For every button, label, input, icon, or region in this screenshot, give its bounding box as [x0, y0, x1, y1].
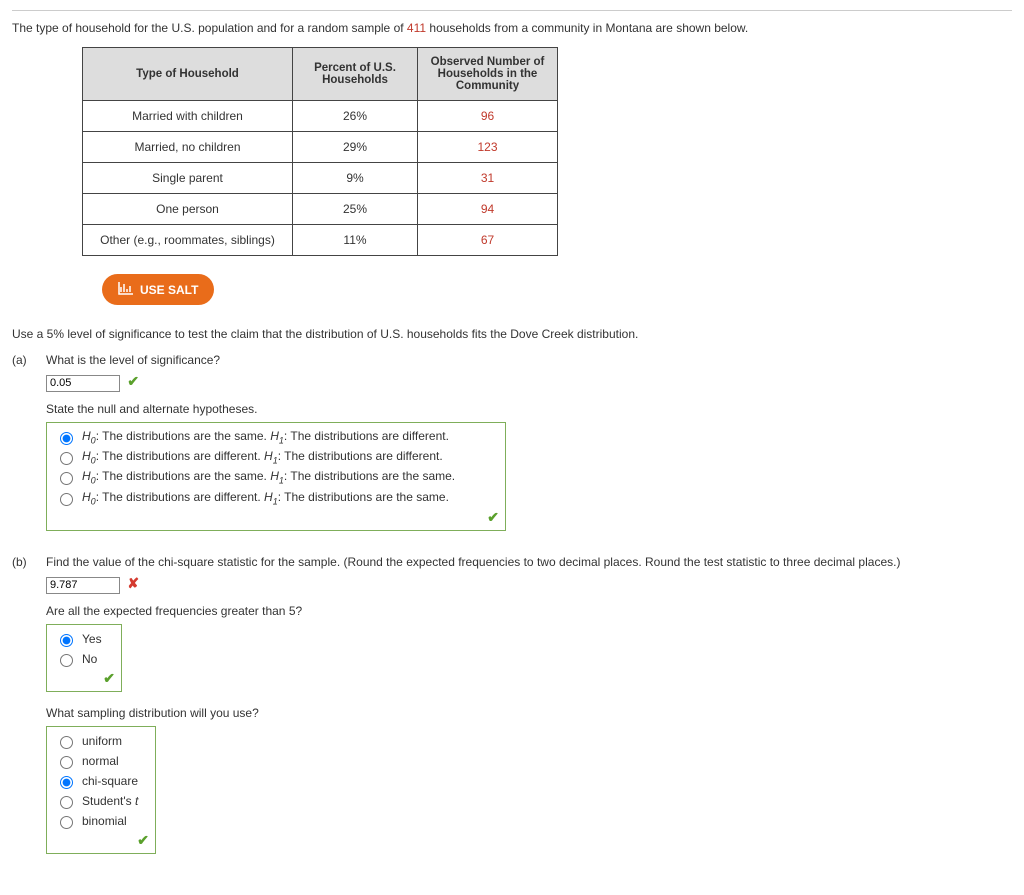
part-b-q2: Are all the expected frequencies greater…: [46, 604, 1012, 618]
significance-input[interactable]: [46, 375, 120, 392]
yesno-options: Yes No ✔: [46, 624, 122, 692]
instruction-text: Use a 5% level of significance to test t…: [12, 327, 1012, 341]
check-icon: ✔: [137, 832, 149, 849]
yes-option[interactable]: [60, 634, 73, 647]
dist-normal[interactable]: [60, 756, 73, 769]
intro-text: The type of household for the U.S. popul…: [12, 21, 1012, 35]
part-a-q2: State the null and alternate hypotheses.: [46, 402, 1012, 416]
dist-chisquare[interactable]: [60, 776, 73, 789]
part-b-label: (b): [12, 555, 36, 569]
table-row: Married with children26%96: [83, 101, 558, 132]
hyp-option-4[interactable]: [60, 493, 73, 506]
table-header-percent: Percent of U.S. Households: [293, 48, 418, 101]
sample-size: 411: [407, 21, 426, 35]
part-a-q1: What is the level of significance?: [46, 353, 220, 367]
chart-icon: [118, 281, 134, 298]
cross-icon: ✘: [127, 575, 139, 591]
use-salt-button[interactable]: USE SALT: [102, 274, 214, 305]
part-a-label: (a): [12, 353, 36, 367]
chisquare-input[interactable]: [46, 577, 120, 594]
check-icon: ✔: [127, 373, 139, 389]
household-table: Type of Household Percent of U.S. Househ…: [82, 47, 558, 256]
hyp-option-3[interactable]: [60, 472, 73, 485]
part-b-q3: What sampling distribution will you use?: [46, 706, 1012, 720]
hyp-option-2[interactable]: [60, 452, 73, 465]
use-salt-label: USE SALT: [140, 283, 198, 297]
hypotheses-options: H0: The distributions are the same. H1: …: [46, 422, 506, 532]
table-row: One person25%94: [83, 194, 558, 225]
hyp-option-1[interactable]: [60, 432, 73, 445]
check-icon: ✔: [103, 670, 115, 687]
table-row: Married, no children29%123: [83, 132, 558, 163]
dist-student-t[interactable]: [60, 796, 73, 809]
no-option[interactable]: [60, 654, 73, 667]
distribution-options: uniform normal chi-square Student's t bi…: [46, 726, 156, 854]
table-header-observed: Observed Number of Households in the Com…: [418, 48, 558, 101]
part-b-q1: Find the value of the chi-square statist…: [46, 555, 900, 569]
table-header-type: Type of Household: [83, 48, 293, 101]
table-row: Other (e.g., roommates, siblings)11%67: [83, 225, 558, 256]
dist-binomial[interactable]: [60, 816, 73, 829]
dist-uniform[interactable]: [60, 736, 73, 749]
table-row: Single parent9%31: [83, 163, 558, 194]
check-icon: ✔: [487, 509, 499, 526]
